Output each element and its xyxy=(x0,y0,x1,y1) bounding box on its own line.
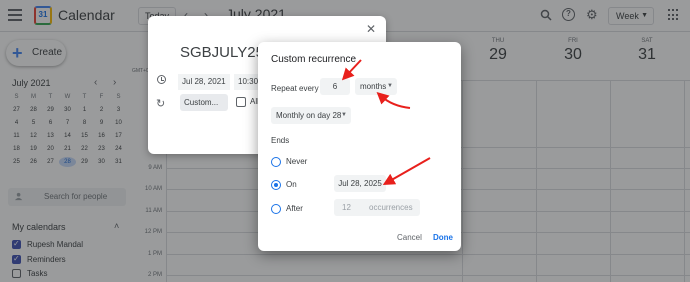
monthly-pattern-select[interactable]: Monthly on day 28 ▼ xyxy=(271,107,351,124)
clock-icon xyxy=(157,75,166,84)
dialog-title: Custom recurrence xyxy=(271,54,357,65)
occurrences-input[interactable]: 12 occurrences xyxy=(334,199,420,216)
cancel-button[interactable]: Cancel xyxy=(397,233,422,242)
repeat-unit-select[interactable]: months ▼ xyxy=(355,78,397,95)
ends-after-label[interactable]: After xyxy=(286,204,303,213)
custom-recurrence-dialog: Custom recurrence Repeat every 6 months … xyxy=(258,42,461,251)
repeat-icon: ↻ xyxy=(156,98,166,110)
repeat-every-label: Repeat every xyxy=(271,84,319,93)
ends-on-radio[interactable] xyxy=(271,180,281,190)
ends-never-radio[interactable] xyxy=(271,157,281,167)
ends-label: Ends xyxy=(271,136,290,145)
repeat-interval-input[interactable]: 6 xyxy=(320,78,350,95)
ends-never-label[interactable]: Never xyxy=(286,157,307,166)
end-date-input[interactable]: Jul 28, 2025 xyxy=(334,175,386,192)
all-day-checkbox[interactable] xyxy=(236,97,246,107)
ends-on-label[interactable]: On xyxy=(286,180,297,189)
chevron-down-icon: ▼ xyxy=(387,83,393,89)
ends-after-radio[interactable] xyxy=(271,204,281,214)
repeat-select[interactable]: Custom... xyxy=(180,94,228,111)
event-date-field[interactable]: Jul 28, 2021 xyxy=(178,74,230,90)
close-icon[interactable]: ✕ xyxy=(366,22,376,36)
chevron-down-icon: ▼ xyxy=(341,112,347,118)
done-button[interactable]: Done xyxy=(433,233,453,242)
